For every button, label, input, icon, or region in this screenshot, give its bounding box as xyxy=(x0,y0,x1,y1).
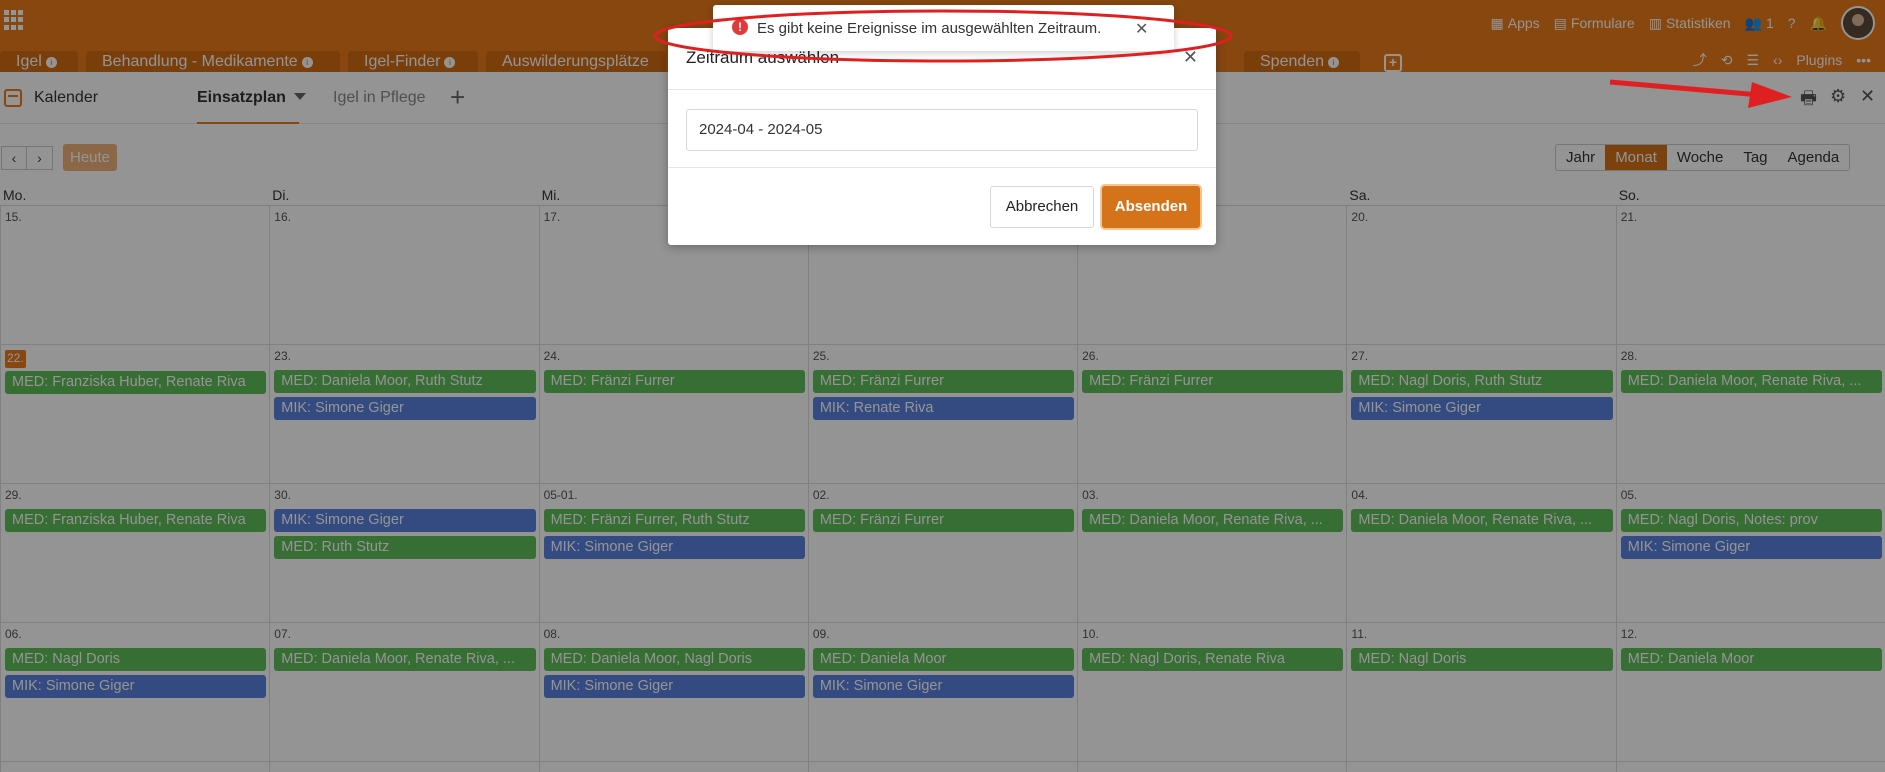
dialog-title: Zeitraum auswählen xyxy=(686,48,840,67)
divider xyxy=(668,167,1216,168)
select-range-dialog: Zeitraum auswählen ✕ 2024-04 - 2024-05 A… xyxy=(668,28,1216,245)
close-icon[interactable]: ✕ xyxy=(1135,19,1148,39)
toast-message: Es gibt keine Ereignisse im ausgewählten… xyxy=(757,20,1102,37)
date-range-input[interactable]: 2024-04 - 2024-05 xyxy=(686,109,1198,151)
close-icon[interactable]: ✕ xyxy=(1183,47,1198,68)
error-toast: ! Es gibt keine Ereignisse im ausgewählt… xyxy=(713,5,1174,51)
divider xyxy=(668,89,1216,90)
error-icon: ! xyxy=(732,19,748,35)
submit-button[interactable]: Absenden xyxy=(1102,186,1200,228)
cancel-button[interactable]: Abbrechen xyxy=(990,186,1094,228)
